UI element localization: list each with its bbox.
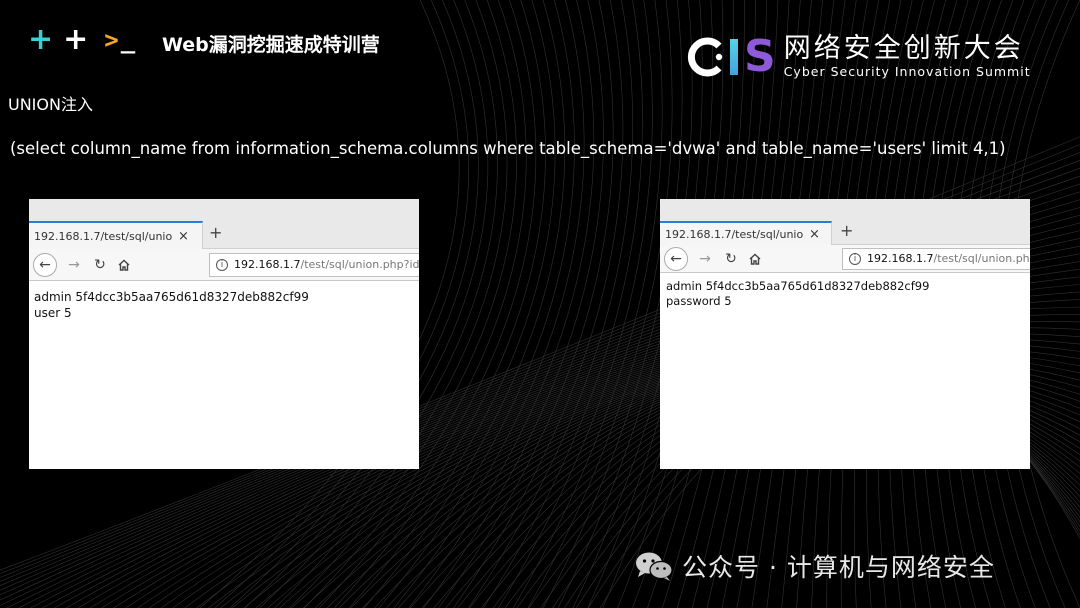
page-content: admin 5f4dcc3b5aa765d61d8327deb882cf99 p… — [660, 273, 1030, 315]
tab-title: 192.168.1.7/test/sql/union.p — [34, 229, 172, 243]
browser-window-right: 192.168.1.7/test/sql/union.p × + ← → ↻ i… — [660, 199, 1030, 469]
cis-logo-mark: S — [686, 31, 776, 82]
result-line: password 5 — [666, 294, 732, 308]
home-icon[interactable] — [744, 248, 766, 270]
url-path: /test/sql/union.php? — [933, 252, 1030, 265]
close-icon[interactable]: × — [809, 227, 820, 242]
cis-brand-logo: S 网络安全创新大会 Cyber Security Innovation Sum… — [686, 34, 1031, 80]
back-arrow-icon[interactable]: ← — [33, 252, 57, 277]
close-icon[interactable]: × — [178, 229, 189, 244]
page-content: admin 5f4dcc3b5aa765d61d8327deb882cf99 u… — [29, 281, 419, 329]
tab-title: 192.168.1.7/test/sql/union.p — [665, 227, 803, 241]
result-line: admin 5f4dcc3b5aa765d61d8327deb882cf99 — [666, 279, 930, 293]
plus-icon: + — [63, 22, 89, 57]
forward-arrow-icon[interactable]: → — [694, 248, 716, 270]
brand-name-cn: 网络安全创新大会 — [783, 33, 1024, 64]
new-tab-icon[interactable]: + — [840, 221, 853, 240]
result-line: admin 5f4dcc3b5aa765d61d8327deb882cf99 — [34, 290, 309, 304]
course-title: Web漏洞挖掘速成特训营 — [162, 34, 380, 56]
sql-statement: (select column_name from information_sch… — [10, 139, 1006, 158]
brand-name-en: Cyber Security Innovation Summit — [783, 64, 1031, 79]
cis-i-bar — [730, 39, 738, 75]
navigation-bar: ← → ↻ i 192.168.1.7/test/sql/union.php? — [660, 245, 1030, 273]
url-host: 192.168.1.7 — [867, 252, 934, 265]
url-host: 192.168.1.7 — [234, 258, 301, 271]
home-icon[interactable] — [113, 254, 135, 276]
url-bar[interactable]: i 192.168.1.7/test/sql/union.php?id= — [209, 252, 419, 277]
tab-bar: 192.168.1.7/test/sql/union.p × + — [29, 199, 419, 249]
forward-arrow-icon[interactable]: → — [63, 254, 85, 276]
result-line: user 5 — [34, 306, 72, 320]
reload-icon[interactable]: ↻ — [720, 248, 742, 270]
info-icon[interactable]: i — [216, 258, 228, 271]
new-tab-icon[interactable]: + — [209, 223, 222, 242]
watermark-text: 公众号 · 计算机与网络安全 — [682, 553, 995, 582]
section-title: UNION注入 — [8, 95, 93, 114]
terminal-prompt-icon: > _ — [104, 26, 135, 54]
info-icon[interactable]: i — [849, 252, 861, 265]
cis-s-letter: S — [744, 31, 776, 82]
url-bar[interactable]: i 192.168.1.7/test/sql/union.php? — [842, 247, 1030, 270]
browser-tab[interactable]: 192.168.1.7/test/sql/union.p × — [660, 221, 832, 245]
back-arrow-icon[interactable]: ← — [664, 246, 688, 271]
navigation-bar: ← → ↻ i 192.168.1.7/test/sql/union.php?i… — [29, 249, 419, 281]
browser-tab[interactable]: 192.168.1.7/test/sql/union.p × — [29, 221, 203, 249]
browser-window-left: 192.168.1.7/test/sql/union.p × + ← → ↻ i… — [29, 199, 419, 469]
tab-bar: 192.168.1.7/test/sql/union.p × + — [660, 199, 1030, 245]
plus-icon: + — [28, 22, 54, 57]
wechat-watermark: 公众号 · 计算机与网络安全 — [634, 548, 995, 584]
cis-c-icon — [687, 37, 723, 77]
course-logo-marks: + + > _ — [28, 22, 135, 57]
reload-icon[interactable]: ↻ — [89, 254, 111, 276]
wechat-icon — [636, 552, 673, 581]
url-path: /test/sql/union.php?id= — [300, 258, 419, 271]
